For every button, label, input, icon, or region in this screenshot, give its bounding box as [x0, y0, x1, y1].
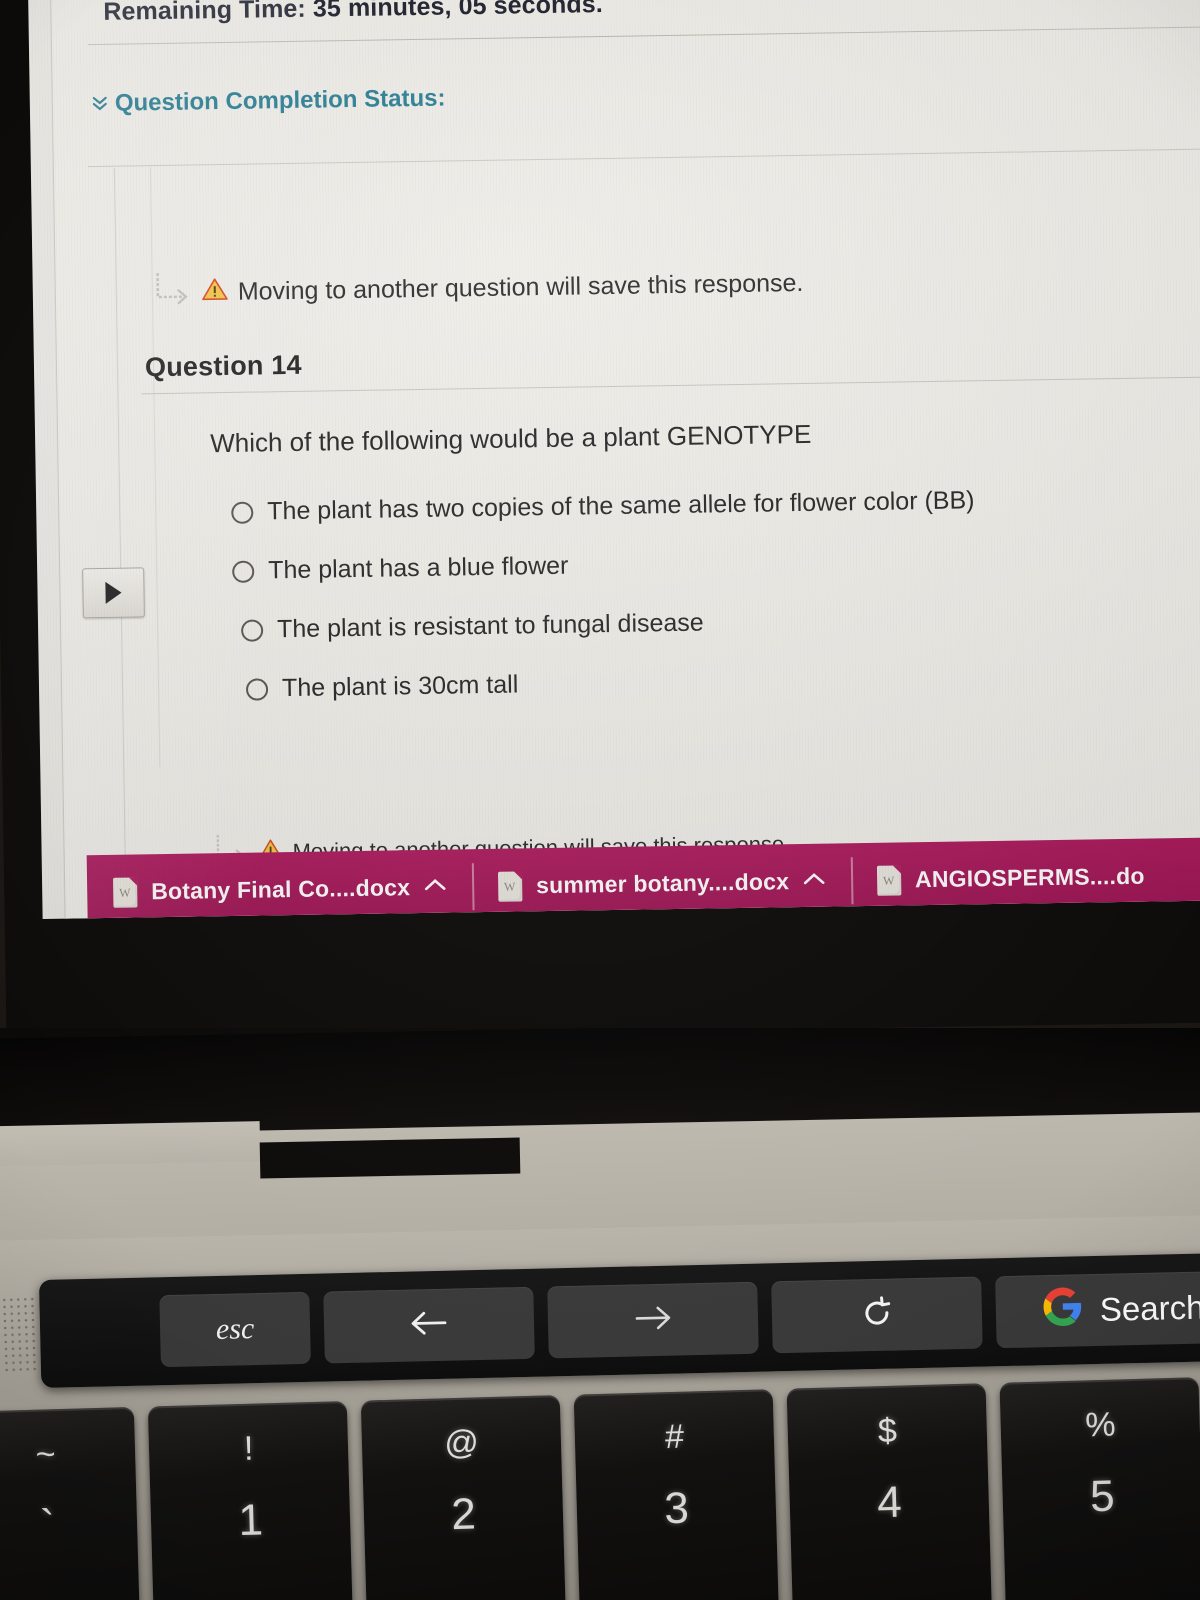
laptop-photo: Remaining Time: 35 minutes, 05 seconds.: [0, 0, 1200, 1600]
answer-option[interactable]: The plant is 30cm tall: [234, 648, 978, 719]
touch-bar-key-label: esc: [215, 1312, 255, 1346]
question-prompt: Which of the following would be a plant …: [209, 418, 812, 459]
download-item[interactable]: W Botany Final Co....docx: [87, 849, 473, 919]
keyboard-key-upper: %: [1084, 1405, 1117, 1445]
keyboard-key-3[interactable]: # 3: [573, 1389, 780, 1600]
keyboard-key-5[interactable]: % 5: [999, 1377, 1200, 1600]
keyboard-key-2[interactable]: @ 2: [360, 1395, 567, 1600]
laptop-deck-step: [0, 1121, 261, 1167]
quiz-page: Remaining Time: 35 minutes, 05 seconds.: [28, 0, 1200, 919]
keyboard-key-lower: 5: [1089, 1471, 1116, 1522]
divider-top: [87, 25, 1200, 46]
keyboard-number-row: ~ ` ! 1 @ 2 # 3 $ 4 % 5: [0, 1376, 1200, 1600]
keyboard-key-upper: ~: [35, 1435, 57, 1474]
question-completion-status-toggle[interactable]: Question Completion Status:: [92, 84, 446, 119]
document-icon: W: [876, 864, 902, 896]
answer-option-label: The plant has a blue flower: [267, 551, 569, 585]
keyboard-key-lower: 1: [237, 1495, 264, 1546]
expand-panel-button[interactable]: [82, 567, 145, 619]
keyboard-key-lower: 3: [663, 1483, 690, 1534]
keyboard-key-backtick[interactable]: ~ `: [0, 1406, 141, 1600]
speaker-grille: [0, 1295, 40, 1375]
remaining-time: Remaining Time: 35 minutes, 05 seconds.: [103, 0, 603, 27]
reload-icon: [858, 1294, 895, 1336]
browser-viewport: Remaining Time: 35 minutes, 05 seconds.: [28, 0, 1200, 919]
touch-bar-key-reload[interactable]: [771, 1276, 983, 1354]
save-response-notice-top: Moving to another question will save thi…: [151, 259, 804, 319]
keyboard-key-upper: @: [443, 1423, 480, 1463]
laptop-screen-assembly: Remaining Time: 35 minutes, 05 seconds.: [0, 0, 1200, 1042]
google-g-icon: [1041, 1285, 1084, 1336]
left-rail-line: [113, 167, 128, 919]
answer-option-label: The plant is 30cm tall: [281, 670, 519, 703]
save-response-notice-top-text: Moving to another question will save thi…: [237, 268, 804, 306]
keyboard-key-upper: $: [877, 1411, 898, 1451]
arrow-left-icon: [407, 1307, 452, 1343]
answer-option-label: The plant is resistant to fungal disease: [276, 608, 704, 644]
touch-bar-key-label: Search: [1099, 1288, 1200, 1328]
download-item-name: summer botany....docx: [535, 868, 790, 899]
radio-button[interactable]: [231, 501, 254, 524]
document-icon: W: [497, 870, 523, 902]
radio-button[interactable]: [232, 560, 255, 583]
arrow-right-icon: [631, 1302, 676, 1338]
warning-triangle-icon: [202, 277, 228, 308]
chevron-up-icon[interactable]: [424, 878, 446, 897]
return-arrow-icon: [151, 269, 192, 319]
keyboard-key-lower: 2: [450, 1489, 477, 1540]
touch-bar-key-esc[interactable]: esc: [159, 1291, 311, 1368]
question-heading: Question 14: [144, 349, 302, 383]
keyboard-key-lower: 4: [876, 1477, 903, 1528]
keyboard-key-upper: !: [243, 1429, 254, 1468]
left-rail-line-inner: [149, 167, 161, 768]
download-item-name: Botany Final Co....docx: [151, 874, 411, 905]
remaining-time-value: 35 minutes, 05 seconds.: [312, 0, 604, 23]
answer-options: The plant has two copies of the same all…: [231, 471, 978, 719]
touch-bar-key-google-search[interactable]: Search: [995, 1270, 1200, 1349]
keyboard-key-1[interactable]: ! 1: [147, 1401, 354, 1600]
keyboard-key-4[interactable]: $ 4: [786, 1383, 993, 1600]
document-icon: W: [113, 876, 138, 908]
keyboard-key-lower: `: [39, 1501, 56, 1551]
quiz-content-card: Remaining Time: 35 minutes, 05 seconds.: [50, 0, 1200, 919]
remaining-time-label: Remaining Time:: [103, 0, 307, 26]
triangle-right-icon: [105, 581, 122, 604]
radio-button[interactable]: [245, 677, 269, 701]
download-item-name: ANGIOSPERMS....do: [914, 862, 1145, 893]
keyboard-key-upper: #: [664, 1417, 685, 1457]
laptop-deck-shadow: [259, 1137, 521, 1179]
touch-bar-key-forward[interactable]: [547, 1281, 759, 1359]
answer-option-label: The plant has two copies of the same all…: [267, 486, 975, 526]
touch-bar-key-back[interactable]: [323, 1286, 535, 1364]
laptop-lower-body: esc Search ~ ` ! 1 @ 2 # 3 $ 4 % 5: [0, 1028, 1200, 1600]
radio-button[interactable]: [240, 618, 264, 642]
divider-section: [87, 147, 1200, 168]
chevron-double-down-icon: [92, 95, 107, 113]
question-completion-status-label: Question Completion Status:: [114, 84, 446, 117]
chevron-up-icon[interactable]: [803, 872, 825, 891]
